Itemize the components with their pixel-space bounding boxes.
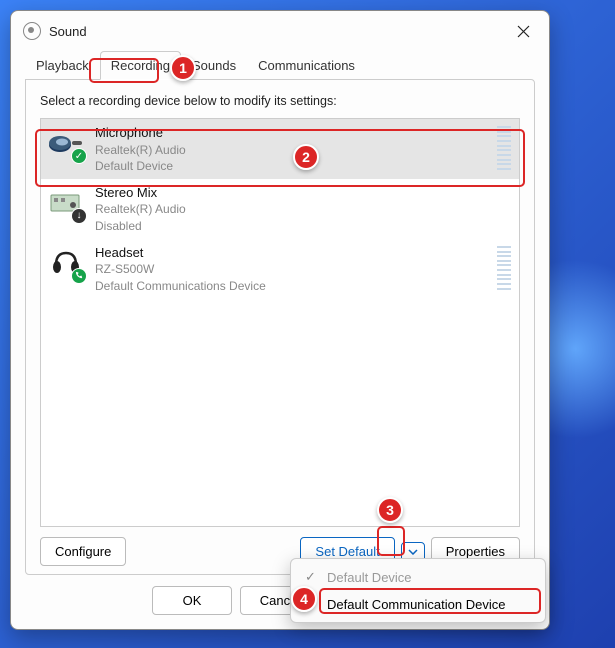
tab-panel: Select a recording device below to modif…	[25, 79, 535, 575]
callout-3: 3	[377, 497, 403, 523]
close-icon[interactable]	[509, 17, 537, 45]
window-title: Sound	[49, 24, 509, 39]
tab-strip: Playback Recording Sounds Communications	[11, 51, 549, 80]
device-driver: RZ-S500W	[95, 261, 487, 277]
device-driver: Realtek(R) Audio	[95, 142, 487, 158]
device-microphone[interactable]: ✓ Microphone Realtek(R) Audio Default De…	[41, 119, 519, 179]
titlebar: Sound	[11, 11, 549, 51]
device-list: ✓ Microphone Realtek(R) Audio Default De…	[40, 118, 520, 527]
tab-communications[interactable]: Communications	[247, 51, 366, 80]
device-status: Default Device	[95, 158, 487, 174]
ok-button[interactable]: OK	[152, 586, 232, 615]
tab-recording[interactable]: Recording	[100, 51, 181, 80]
menu-item-label: Default Device	[327, 570, 412, 585]
device-name: Headset	[95, 244, 487, 262]
device-status: Default Communications Device	[95, 278, 487, 294]
chevron-down-icon	[408, 549, 418, 555]
level-meter	[497, 246, 511, 290]
level-meter	[497, 126, 511, 170]
menu-default-comm-device[interactable]: Default Communication Device	[291, 591, 545, 618]
tab-playback[interactable]: Playback	[25, 51, 100, 80]
menu-item-label: Default Communication Device	[327, 597, 505, 612]
device-name: Stereo Mix	[95, 184, 511, 202]
set-default-menu: ✓ Default Device Default Communication D…	[290, 558, 546, 623]
configure-button[interactable]: Configure	[40, 537, 126, 566]
callout-1: 1	[170, 55, 196, 81]
phone-badge-icon	[71, 268, 87, 284]
device-stereomix[interactable]: ↓ Stereo Mix Realtek(R) Audio Disabled	[41, 179, 519, 239]
menu-default-device[interactable]: ✓ Default Device	[291, 563, 545, 591]
sound-icon	[23, 22, 41, 40]
callout-2: 2	[293, 144, 319, 170]
microphone-icon: ✓	[47, 124, 85, 162]
down-badge-icon: ↓	[71, 208, 87, 224]
device-name: Microphone	[95, 124, 487, 142]
soundcard-icon: ↓	[47, 184, 85, 222]
check-icon: ✓	[305, 569, 319, 585]
headset-icon	[47, 244, 85, 282]
callout-4: 4	[291, 586, 317, 612]
device-headset[interactable]: Headset RZ-S500W Default Communications …	[41, 239, 519, 299]
device-status: Disabled	[95, 218, 511, 234]
instruction-text: Select a recording device below to modif…	[40, 94, 520, 108]
check-badge-icon: ✓	[71, 148, 87, 164]
sound-window: Sound Playback Recording Sounds Communic…	[10, 10, 550, 630]
device-driver: Realtek(R) Audio	[95, 201, 511, 217]
